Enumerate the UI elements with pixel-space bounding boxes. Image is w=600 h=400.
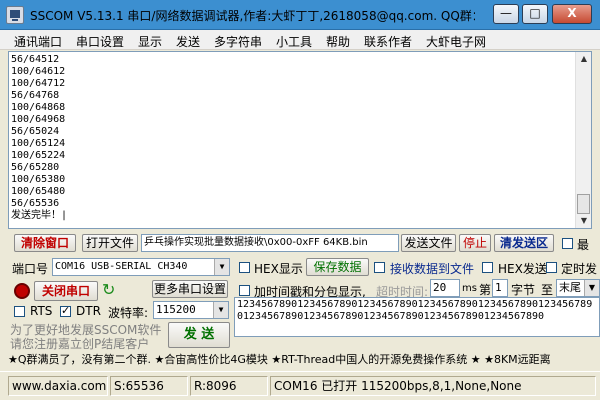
website-link[interactable]: www.daxia.com <box>8 376 108 396</box>
send-file-button[interactable]: 发送文件 <box>401 234 456 252</box>
timed-send-checkbox[interactable] <box>546 262 557 273</box>
menu-bar: 通讯端口 串口设置 显示 发送 多字符串 小工具 帮助 联系作者 大虾电子网 <box>0 30 600 50</box>
hex-send-label: HEX发送 <box>498 262 547 276</box>
dtr-label: DTR <box>76 304 101 318</box>
close-button[interactable]: X <box>552 4 592 24</box>
sent-count: S:65536 <box>110 376 188 396</box>
send-area[interactable]: 1234567890123456789012345678901234567890… <box>234 297 600 337</box>
timed-send-label: 定时发 <box>561 262 598 276</box>
receive-text: 56/64512 100/64612 100/64712 56/64768 10… <box>11 54 68 221</box>
clear-window-button[interactable]: 清除窗口 <box>14 234 76 252</box>
baud-select-value: 115200 <box>156 303 196 316</box>
menu-comm-port[interactable]: 通讯端口 <box>14 33 62 50</box>
receive-area[interactable]: 56/64512 100/64612 100/64712 56/64768 10… <box>8 51 592 229</box>
title-bar: SSCOM V5.13.1 串口/网络数据调试器,作者:大虾丁丁,2618058… <box>0 0 600 30</box>
baud-select[interactable]: 115200 ▼ <box>153 301 229 319</box>
menu-send[interactable]: 发送 <box>176 33 200 50</box>
scroll-thumb[interactable] <box>577 194 590 214</box>
rts-label: RTS <box>30 304 53 318</box>
end-select[interactable]: 末尾 ▼ <box>556 279 600 297</box>
dtr-checkbox[interactable] <box>60 304 71 317</box>
menu-help[interactable]: 帮助 <box>326 33 350 50</box>
stop-button[interactable]: 停止 <box>459 234 491 252</box>
recv-to-file-checkbox[interactable] <box>374 262 385 273</box>
receive-scrollbar[interactable]: ▲ ▼ <box>575 52 591 228</box>
end-select-value: 末尾 <box>559 281 581 294</box>
send-button[interactable]: 发 送 <box>168 322 230 348</box>
chevron-down-icon[interactable]: ▼ <box>584 280 599 296</box>
ms-label: ms <box>462 283 477 294</box>
menu-display[interactable]: 显示 <box>138 33 162 50</box>
hex-display-label: HEX显示 <box>254 262 303 276</box>
ad-ticker[interactable]: ★Q群满员了，没有第二个群. ★合宙高性价比4G模块 ★RT-Thread中国人… <box>8 351 600 369</box>
open-file-button[interactable]: 打开文件 <box>82 234 138 252</box>
port-select-value: COM16 USB-SERIAL CH340 <box>55 261 188 272</box>
clear-send-area-button[interactable]: 清发送区 <box>494 234 554 252</box>
minimize-button[interactable]: — <box>493 4 519 24</box>
promo-line-2: 请您注册嘉立创P结尾客户 <box>10 337 150 351</box>
port-status-icon <box>14 283 30 299</box>
window-title: SSCOM V5.13.1 串口/网络数据调试器,作者:大虾丁丁,2618058… <box>30 9 475 23</box>
menu-multi-string[interactable]: 多字符串 <box>214 33 262 50</box>
recv-to-file-label: 接收数据到文件 <box>390 262 475 276</box>
status-bar: www.daxia.com S:65536 R:8096 COM16 已打开 1… <box>0 371 600 400</box>
byte-prefix-label: 第 <box>479 283 492 297</box>
file-path-input[interactable]: 乒乓操作实现批量数据接收\0x00-0xFF 64KB.bin <box>141 234 399 252</box>
menu-tools[interactable]: 小工具 <box>276 33 312 50</box>
menu-contact-author[interactable]: 联系作者 <box>364 33 412 50</box>
send-text: 1234567890123456789012345678901234567890… <box>237 299 593 322</box>
refresh-icon[interactable]: ↻ <box>102 281 115 299</box>
rts-checkbox[interactable] <box>14 306 25 317</box>
timestamp-checkbox[interactable] <box>239 285 250 296</box>
baud-label: 波特率: <box>108 306 149 320</box>
more-port-settings-button[interactable]: 更多串口设置 <box>152 280 228 298</box>
byte-index-input[interactable]: 1 <box>492 279 508 297</box>
app-icon <box>6 6 24 24</box>
received-count: R:8096 <box>190 376 268 396</box>
hex-display-checkbox[interactable] <box>239 262 250 273</box>
port-label: 端口号 <box>12 262 49 276</box>
maximize-button[interactable]: □ <box>522 4 548 24</box>
menu-port-settings[interactable]: 串口设置 <box>76 33 124 50</box>
byte-label: 字节 <box>511 283 536 297</box>
scroll-up-icon[interactable]: ▲ <box>576 52 592 66</box>
extra-checkbox[interactable] <box>562 238 573 249</box>
to-label: 至 <box>541 283 554 297</box>
timeout-input[interactable]: 20 <box>430 279 460 297</box>
port-state: COM16 已打开 115200bps,8,1,None,None <box>270 376 596 396</box>
port-select[interactable]: COM16 USB-SERIAL CH340 ▼ <box>52 258 230 276</box>
chevron-down-icon[interactable]: ▼ <box>213 302 228 318</box>
chevron-down-icon[interactable]: ▼ <box>214 259 229 275</box>
extra-checkbox-label: 最 <box>577 238 590 252</box>
hex-send-checkbox[interactable] <box>482 262 493 273</box>
menu-daxia-site[interactable]: 大虾电子网 <box>426 33 486 50</box>
save-data-button[interactable]: 保存数据 <box>306 258 369 276</box>
scroll-down-icon[interactable]: ▼ <box>576 214 592 228</box>
close-port-button[interactable]: 关闭串口 <box>34 281 98 301</box>
